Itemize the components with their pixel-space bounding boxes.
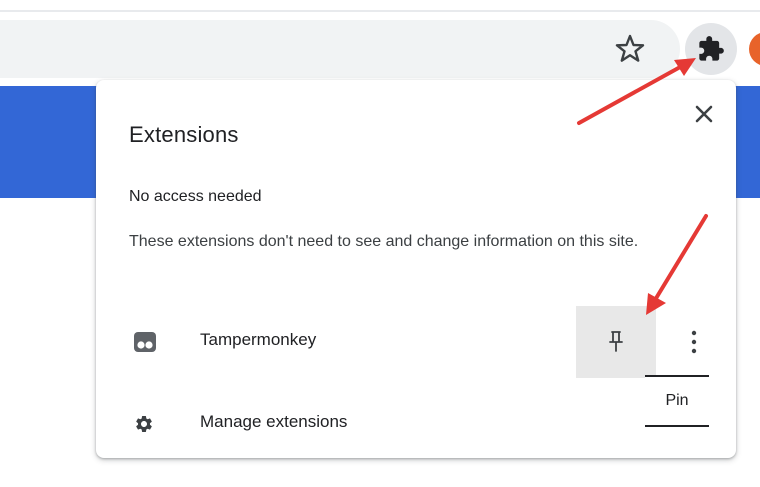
address-bar[interactable]: [0, 20, 680, 78]
close-button[interactable]: [686, 96, 722, 132]
puzzle-icon: [699, 36, 724, 61]
tab-strip-edge: [0, 0, 760, 12]
manage-extensions-link[interactable]: Manage extensions: [96, 398, 546, 450]
extension-row-tampermonkey[interactable]: Tampermonkey: [96, 306, 736, 378]
pin-button[interactable]: [576, 306, 656, 378]
more-vert-icon: [691, 330, 697, 354]
more-options-button[interactable]: [676, 324, 712, 360]
tampermonkey-icon: [134, 332, 156, 352]
gear-icon: [136, 416, 152, 432]
popup-title: Extensions: [129, 122, 239, 147]
profile-avatar[interactable]: [749, 32, 760, 66]
extensions-button[interactable]: [685, 23, 737, 75]
section-description: These extensions don't need to see and c…: [129, 233, 639, 250]
extension-name: Tampermonkey: [200, 330, 317, 349]
section-heading: No access needed: [129, 188, 262, 205]
pin-icon: [609, 331, 623, 352]
pin-tooltip: Pin: [645, 375, 709, 427]
star-icon[interactable]: [612, 31, 648, 67]
manage-extensions-label: Manage extensions: [200, 412, 348, 431]
close-icon: [695, 105, 713, 123]
browser-window: Extensions No access needed These extens…: [0, 0, 760, 487]
extensions-popup: Extensions No access needed These extens…: [96, 80, 736, 458]
